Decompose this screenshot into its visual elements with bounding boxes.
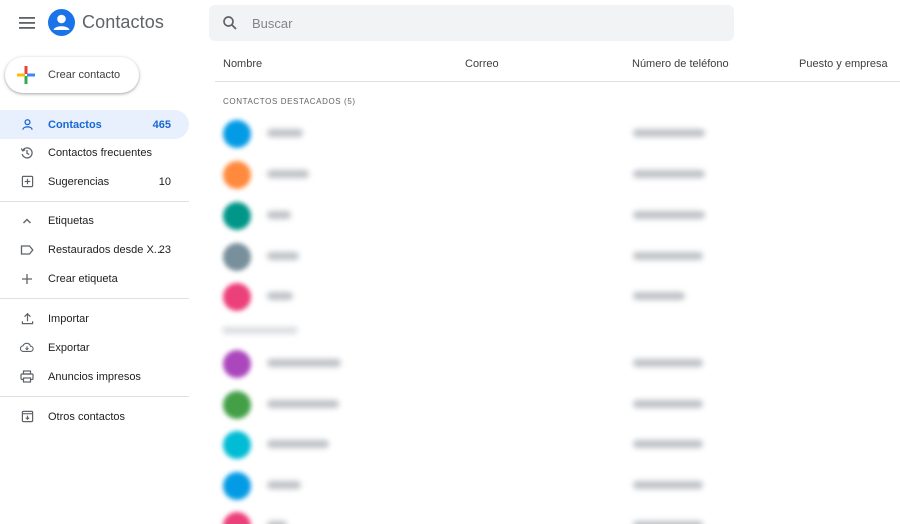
blurred-contact-name [267, 211, 291, 219]
contacts-logo-icon [48, 9, 75, 36]
contact-avatar [223, 350, 251, 378]
blurred-section-label [222, 327, 298, 334]
sidebar-item-label: Etiquetas [48, 214, 94, 227]
blurred-contact-phone [633, 481, 703, 489]
sidebar-item-suggestions[interactable]: Sugerencias 10 [0, 167, 189, 196]
contact-row[interactable] [215, 466, 900, 506]
label-icon [20, 243, 34, 257]
blurred-contact-name [267, 252, 299, 260]
search-bar[interactable] [209, 5, 734, 41]
blurred-contact-phone [633, 400, 703, 408]
sidebar-item-other-contacts[interactable]: Otros contactos [0, 402, 189, 431]
contact-avatar [223, 120, 251, 148]
contacts-count: 465 [152, 118, 171, 131]
sidebar-item-label: Contactos frecuentes [48, 146, 152, 159]
upload-icon [20, 312, 34, 326]
sidebar-item-create-label[interactable]: Crear etiqueta [0, 264, 189, 293]
contact-avatar [223, 283, 251, 311]
blurred-contact-phone [633, 252, 703, 260]
column-header-phone[interactable]: Número de teléfono [632, 58, 729, 70]
contact-row[interactable] [215, 385, 900, 425]
contact-avatar [223, 161, 251, 189]
blurred-contact-phone [633, 359, 703, 367]
column-header-job[interactable]: Puesto y empresa [799, 58, 888, 70]
contact-row[interactable] [215, 506, 900, 524]
sidebar-divider [0, 298, 189, 299]
contact-avatar [223, 472, 251, 500]
blurred-contact-name [267, 481, 301, 489]
main-menu-button[interactable] [12, 10, 42, 36]
contact-row[interactable] [215, 344, 900, 384]
sidebar-divider [0, 201, 189, 202]
suggestions-count: 10 [158, 175, 171, 188]
plus-icon [20, 272, 34, 286]
sidebar-item-restored-label[interactable]: Restaurados desde X... 23 [0, 235, 189, 264]
archive-icon [20, 410, 34, 424]
contact-avatar [223, 243, 251, 271]
cloud-download-icon [20, 341, 34, 355]
contact-avatar [223, 391, 251, 419]
contact-avatar [223, 512, 251, 524]
header-divider [215, 81, 900, 82]
create-contact-button[interactable]: Crear contacto [5, 57, 139, 93]
sidebar-item-label: Otros contactos [48, 410, 126, 423]
blurred-contact-name [267, 359, 341, 367]
blurred-contact-name [267, 170, 309, 178]
contact-row[interactable] [215, 196, 900, 236]
sidebar-item-frequent[interactable]: Contactos frecuentes [0, 138, 189, 167]
hamburger-menu-icon [19, 17, 35, 29]
column-header-name[interactable]: Nombre [223, 58, 262, 70]
sidebar-item-label: Exportar [48, 341, 90, 354]
column-header-email[interactable]: Correo [465, 58, 499, 70]
chevron-up-icon [20, 214, 34, 228]
sidebar-item-label: Anuncios impresos [48, 370, 141, 383]
blurred-contact-phone [633, 440, 703, 448]
blurred-contact-phone [633, 170, 705, 178]
blurred-contact-name [267, 440, 329, 448]
blurred-contact-name [267, 400, 339, 408]
sidebar-item-contacts[interactable]: Contactos 465 [0, 110, 189, 139]
blurred-contact-name [267, 292, 293, 300]
create-contact-label: Crear contacto [48, 69, 121, 81]
app-title: Contactos [82, 12, 164, 32]
search-input[interactable] [252, 15, 712, 31]
starred-section-label: CONTACTOS DESTACADOS (5) [223, 97, 356, 106]
colorful-plus-icon [16, 65, 36, 85]
person-icon [20, 118, 34, 132]
sidebar-item-label: Crear etiqueta [48, 272, 118, 285]
contact-avatar [223, 202, 251, 230]
blurred-contact-phone [633, 292, 685, 300]
search-icon[interactable] [221, 14, 239, 32]
suggestion-icon [20, 175, 34, 189]
sidebar-item-export[interactable]: Exportar [0, 333, 189, 362]
sidebar-item-print[interactable]: Anuncios impresos [0, 362, 189, 391]
sidebar-item-label: Importar [48, 312, 89, 325]
contact-row[interactable] [215, 114, 900, 154]
contact-row[interactable] [215, 277, 900, 317]
history-icon [20, 146, 34, 160]
restored-count: 23 [158, 243, 171, 256]
contact-row[interactable] [215, 237, 900, 277]
sidebar-item-import[interactable]: Importar [0, 304, 189, 333]
print-icon [20, 370, 34, 384]
sidebar-item-labels-toggle[interactable]: Etiquetas [0, 206, 189, 235]
blurred-contact-phone [633, 129, 705, 137]
contact-row[interactable] [215, 425, 900, 465]
contact-row[interactable] [215, 155, 900, 195]
blurred-contact-phone [633, 211, 705, 219]
contact-avatar [223, 431, 251, 459]
sidebar-divider [0, 396, 189, 397]
blurred-contact-name [267, 129, 303, 137]
